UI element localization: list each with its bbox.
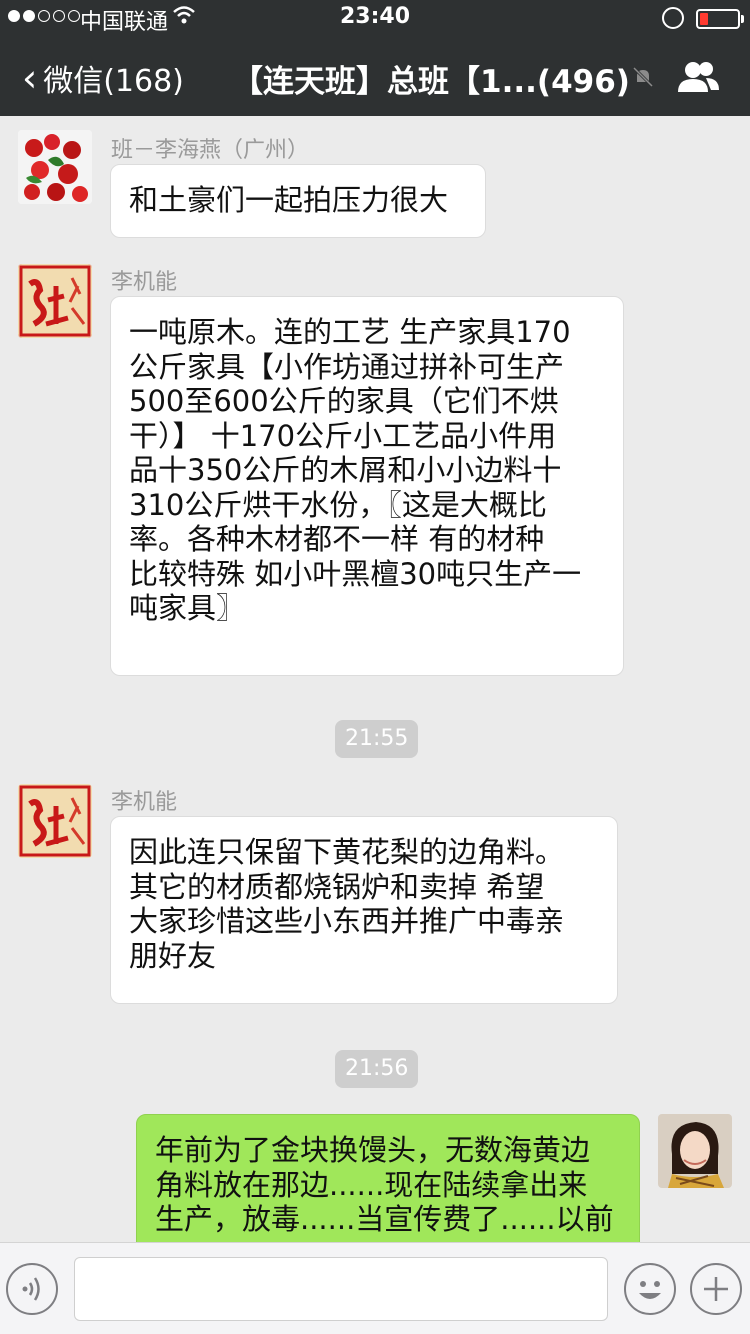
back-button[interactable]: ‹ 微信(168) (22, 56, 184, 100)
message-line: 公斤家具【小作坊通过拼补可生产 (129, 349, 565, 384)
message-line: 大家珍惜这些小东西并推广中毒亲 (129, 904, 565, 938)
woman-photo-icon (658, 1114, 732, 1188)
message-line: 率。各种木材都不一样 有的材种 (129, 522, 545, 556)
voice-button[interactable] (6, 1263, 58, 1315)
timestamp-pill: 21:55 (335, 720, 419, 758)
mute-bell-icon (632, 66, 654, 88)
message-line: 年前为了金块换馒头，无数海黄边 (155, 1133, 591, 1167)
message-line: 生产，放毒......当宣传费了......以前 (155, 1202, 614, 1236)
berries-photo-icon (18, 130, 92, 204)
chevron-left-icon: ‹ (22, 56, 38, 100)
message-input[interactable] (74, 1257, 608, 1321)
plus-icon (704, 1277, 728, 1301)
chat-header: ‹ 微信(168) 【连天班】总班【1...(496) (0, 36, 750, 116)
red-calligraphy-logo-icon (18, 264, 92, 338)
message-line: 品十350公斤的木屑和小小边料十 (129, 453, 562, 487)
sender-name: 李机能 (111, 270, 178, 295)
back-label: 微信(168) (43, 64, 184, 99)
battery-icon (696, 9, 740, 29)
red-calligraphy-logo-icon (18, 784, 92, 858)
rotation-lock-icon (662, 7, 684, 29)
voice-icon (22, 1277, 40, 1301)
message-line: 和土豪们一起拍压力很大 (129, 183, 449, 217)
battery-tip (741, 15, 744, 23)
chat-input-bar (0, 1242, 750, 1334)
sender-name: 李机能 (111, 790, 178, 815)
message-line: 朋好友 (129, 938, 217, 973)
avatar[interactable] (18, 264, 92, 338)
message-line: 310公斤烘干水份，〖这是大概比 (129, 487, 547, 522)
plus-button[interactable] (690, 1263, 742, 1315)
message-bubble[interactable]: 因此连只保留下黄花梨的边角料。 其它的材质都烧锅炉和卖掉 希望 大家珍惜这些小东… (110, 816, 618, 1004)
timestamp-pill: 21:56 (335, 1050, 419, 1088)
message-bubble[interactable]: 一吨原木。连的工艺 生产家具170 公斤家具【小作坊通过拼补可生产 500至60… (110, 296, 624, 676)
chat-title[interactable]: 【连天班】总班【1...(496) (232, 56, 630, 101)
message-line: 500至600公斤的家具（它们不烘 (129, 384, 559, 418)
message-bubble[interactable]: 和土豪们一起拍压力很大 (110, 164, 486, 238)
avatar[interactable] (18, 784, 92, 858)
group-people-icon[interactable] (676, 60, 720, 94)
emoji-icon (639, 1281, 661, 1299)
message-line: 因此连只保留下黄花梨的边角料。 (129, 835, 565, 869)
sender-name: 班－李海燕（广州） (111, 138, 310, 163)
status-time: 23:40 (339, 4, 411, 29)
message-line: 角料放在那边......现在陆续拿出来 (155, 1167, 588, 1202)
avatar[interactable] (658, 1114, 732, 1188)
status-bar: 中国联通 23:40 (0, 0, 750, 36)
message-line: 吨家具〗 (129, 591, 246, 625)
avatar[interactable] (18, 130, 92, 204)
emoji-button[interactable] (624, 1263, 676, 1315)
message-line: 其它的材质都烧锅炉和卖掉 希望 (129, 869, 545, 904)
message-line: 比较特殊 如小叶黑檀30吨只生产一 (129, 556, 582, 591)
message-line: 干）】 十170公斤小工艺品小件用 (129, 418, 557, 453)
message-line: 一吨原木。连的工艺 生产家具170 (129, 315, 571, 349)
